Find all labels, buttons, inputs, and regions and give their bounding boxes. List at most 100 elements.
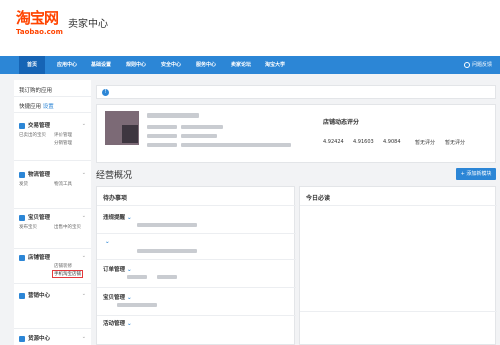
divider (14, 283, 91, 284)
section-logistics-management[interactable]: 物流管理 (19, 170, 50, 178)
shop-info-blurred (181, 125, 223, 129)
nav-taobao-university[interactable]: 淘宝大学 (265, 56, 285, 74)
today-title: 今日必读 (306, 195, 331, 202)
todo-panel: 待办事项 违规提醒 ⌄ ⌄ 订单管理 ⌄ 宝贝管理 ⌄ 活动管理 ⌄ (96, 186, 296, 345)
sidebar-item[interactable]: 发布宝贝 (19, 224, 37, 230)
todo-group-label: 宝贝管理 (103, 295, 126, 301)
divider (14, 96, 91, 97)
section-title: 营销中心 (28, 293, 51, 299)
score-title: 店铺动态评分 (323, 119, 360, 126)
nav-app-center[interactable]: 应用中心 (57, 56, 77, 74)
divider (14, 248, 91, 249)
feedback-link[interactable]: 问题反馈 (463, 56, 492, 74)
nav-rules-center[interactable]: 规则中心 (126, 56, 146, 74)
my-apps-heading[interactable]: 我订购的应用 (19, 86, 52, 94)
sidebar-item[interactable]: 发货 (19, 181, 28, 187)
chevron-down-icon: ⌄ (127, 295, 132, 301)
shop-info-blurred (147, 143, 177, 147)
divider (14, 112, 91, 113)
todo-blurred (127, 275, 147, 279)
top-header: 淘宝网 Taobao.com 卖家中心 (0, 0, 500, 56)
score-value: 暂无评分 (445, 140, 466, 146)
chevron-down-icon: ⌄ (105, 239, 110, 245)
todo-title: 待办事项 (103, 195, 128, 202)
shop-name-blurred (147, 113, 199, 118)
chevron-down-icon[interactable]: ⌄ (82, 170, 86, 176)
section-trade-management[interactable]: 交易管理 (19, 121, 50, 129)
avatar-figure (122, 125, 138, 143)
section-title: 货源中心 (28, 336, 51, 342)
sidebar-item[interactable]: 出售中的宝贝 (54, 224, 81, 230)
chevron-down-icon: ⌄ (127, 267, 132, 273)
chevron-down-icon[interactable]: ⌄ (82, 121, 86, 127)
section-sourcing-center[interactable]: 货源中心 (19, 334, 50, 342)
overview-title: 经营概况 (96, 171, 133, 181)
box-icon (19, 214, 25, 221)
mobile-taobao-shop-link[interactable]: 手机淘宝店铺 (52, 270, 83, 278)
shop-info-blurred (181, 134, 217, 138)
sidebar-item[interactable]: 分销管理 (54, 140, 72, 146)
todo-group[interactable]: 订单管理 ⌄ (103, 265, 132, 273)
section-title: 店铺管理 (28, 255, 51, 261)
score-value: 暂无评分 (415, 140, 436, 146)
score-value: 4.91603 (353, 139, 374, 145)
trade-icon (19, 122, 25, 129)
sidebar-item[interactable]: 物流工具 (54, 181, 72, 187)
shop-dynamic-score: 店铺动态评分 4.92424 4.91603 4.9084 暂无评分 暂无评分 (323, 111, 493, 159)
divider (97, 287, 296, 288)
section-marketing-center[interactable]: 营销中心 (19, 291, 50, 299)
todo-group-label: 订单管理 (103, 267, 126, 273)
chevron-down-icon[interactable]: ⌄ (82, 253, 86, 259)
chevron-down-icon: ⌄ (127, 321, 132, 327)
todo-group[interactable]: 宝贝管理 ⌄ (103, 293, 132, 301)
chevron-down-icon[interactable]: ⌄ (82, 213, 86, 219)
nav-security-center[interactable]: 安全中心 (161, 56, 181, 74)
truck-icon (19, 171, 25, 178)
logo-sub-text: Taobao.com (16, 28, 63, 36)
info-icon: ! (102, 89, 109, 96)
divider (97, 315, 296, 316)
todo-blurred (117, 303, 157, 307)
todo-group-label: 活动管理 (103, 321, 126, 327)
section-title: 物流管理 (28, 172, 51, 178)
shop-avatar[interactable] (105, 111, 139, 145)
section-shop-management[interactable]: 店铺管理 (19, 253, 50, 261)
megaphone-icon (19, 292, 25, 299)
divider (14, 208, 91, 209)
todo-group[interactable]: 活动管理 ⌄ (103, 319, 132, 327)
taobao-logo[interactable]: 淘宝网 Taobao.com (16, 10, 63, 37)
main-nav: 首页 应用中心 基础设置 规则中心 安全中心 服务中心 卖家论坛 淘宝大学 问题… (0, 56, 500, 74)
divider (14, 328, 91, 329)
todo-group[interactable]: ⌄ (103, 239, 110, 245)
divider (300, 205, 497, 206)
nav-home[interactable]: 首页 (19, 56, 45, 74)
sidebar-item[interactable]: 已卖出的宝贝 (19, 132, 46, 138)
sidebar-item[interactable]: 店铺装修 (54, 263, 72, 269)
todo-group[interactable]: 违规提醒 ⌄ (103, 213, 132, 221)
nav-seller-forum[interactable]: 卖家论坛 (231, 56, 251, 74)
sidebar-item[interactable]: 评价管理 (54, 132, 72, 138)
divider (97, 205, 296, 206)
quick-apps-label: 快捷应用 (19, 104, 42, 110)
section-item-management[interactable]: 宝贝管理 (19, 213, 50, 221)
feedback-label: 问题反馈 (471, 62, 492, 68)
divider (97, 233, 296, 234)
shop-info-blurred (147, 134, 177, 138)
divider (97, 259, 296, 260)
seller-center-title: 卖家中心 (68, 19, 108, 30)
shop-info-blurred (181, 143, 291, 147)
section-title: 宝贝管理 (28, 215, 51, 221)
section-title: 交易管理 (28, 123, 51, 129)
quick-apps-settings-link[interactable]: 设置 (43, 104, 54, 110)
add-module-button[interactable]: + 添加新模块 (456, 168, 496, 180)
feedback-icon (463, 61, 470, 68)
quick-apps-heading: 快捷应用 设置 (19, 102, 54, 110)
divider (300, 311, 497, 312)
nav-service-center[interactable]: 服务中心 (196, 56, 216, 74)
chevron-down-icon[interactable]: ⌄ (82, 291, 86, 297)
nav-basic-settings[interactable]: 基础设置 (91, 56, 111, 74)
chevron-down-icon[interactable]: ⌄ (82, 334, 86, 340)
divider (14, 160, 91, 161)
todo-blurred (137, 223, 197, 227)
sourcing-icon (19, 335, 25, 342)
